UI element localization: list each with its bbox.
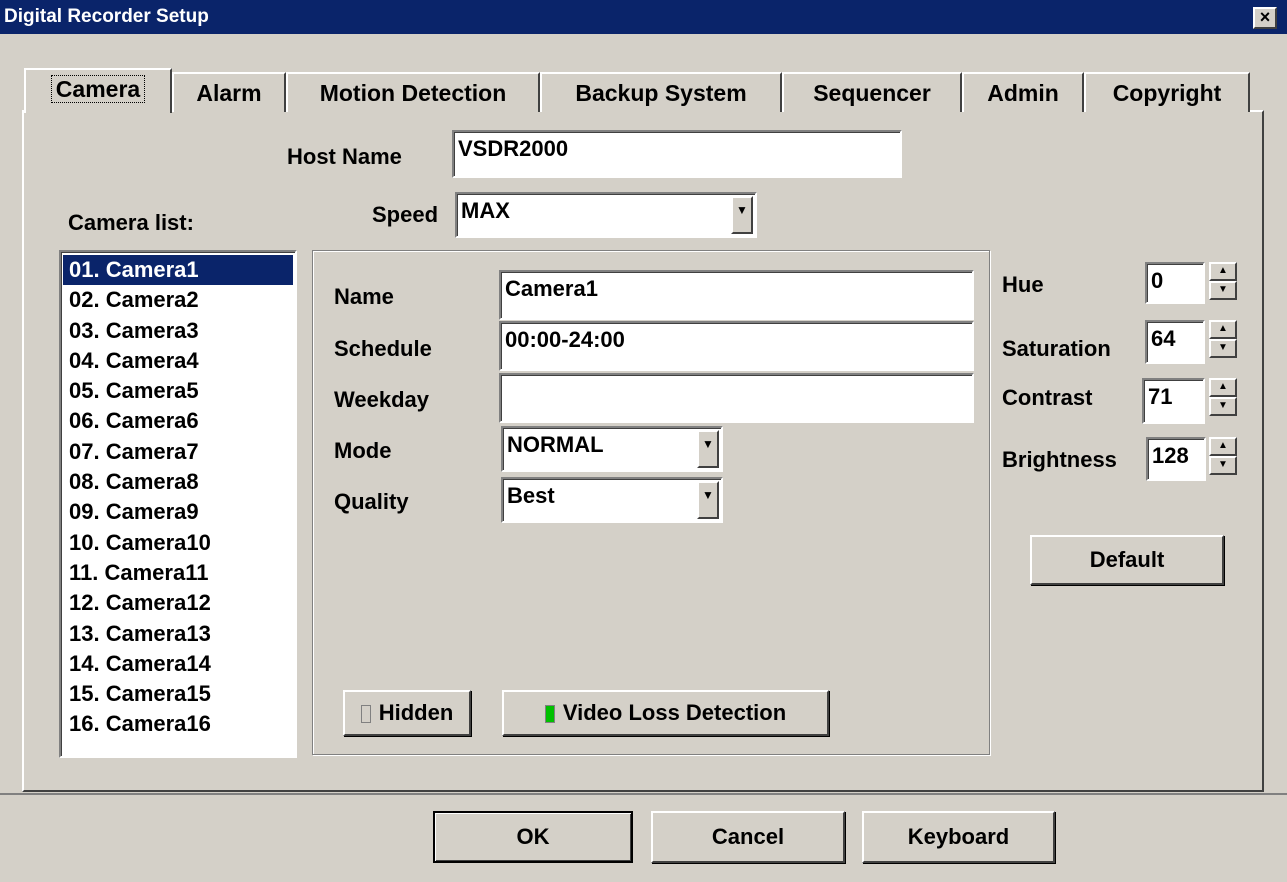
list-item[interactable]: 11. Camera11 xyxy=(63,558,293,588)
spin-down-icon[interactable]: ▼ xyxy=(1209,339,1237,358)
cancel-button[interactable]: Cancel xyxy=(651,811,845,863)
brightness-spinner[interactable]: ▲ ▼ xyxy=(1209,437,1237,477)
quality-label: Quality xyxy=(334,489,409,514)
spin-up-icon[interactable]: ▲ xyxy=(1209,262,1237,281)
list-item[interactable]: 08. Camera8 xyxy=(63,467,293,497)
chevron-down-icon[interactable]: ▼ xyxy=(697,481,719,519)
tab-camera[interactable]: Camera xyxy=(24,68,172,113)
window-title: Digital Recorder Setup xyxy=(4,6,209,27)
saturation-input[interactable]: 64 xyxy=(1145,320,1205,364)
mode-value: NORMAL xyxy=(507,432,604,457)
name-input[interactable]: Camera1 xyxy=(499,270,974,320)
speed-label: Speed xyxy=(372,202,439,227)
list-item[interactable]: 06. Camera6 xyxy=(63,406,293,436)
default-button[interactable]: Default xyxy=(1030,535,1224,585)
weekday-label: Weekday xyxy=(334,387,429,412)
hidden-toggle-button[interactable]: Hidden xyxy=(343,690,471,736)
quality-select[interactable]: Best ▼ xyxy=(501,477,723,523)
chevron-down-icon[interactable]: ▼ xyxy=(731,196,753,234)
list-item[interactable]: 09. Camera9 xyxy=(63,497,293,527)
list-item[interactable]: 01. Camera1 xyxy=(63,255,293,286)
mode-select[interactable]: NORMAL ▼ xyxy=(501,426,723,472)
tab-alarm[interactable]: Alarm xyxy=(172,72,286,112)
spin-down-icon[interactable]: ▼ xyxy=(1209,281,1237,300)
keyboard-button[interactable]: Keyboard xyxy=(862,811,1055,863)
schedule-input[interactable]: 00:00-24:00 xyxy=(499,321,974,371)
spin-up-icon[interactable]: ▲ xyxy=(1209,320,1237,339)
list-item[interactable]: 05. Camera5 xyxy=(63,376,293,406)
tab-backup-system[interactable]: Backup System xyxy=(540,72,782,112)
camera-listbox[interactable]: 01. Camera1 02. Camera2 03. Camera3 04. … xyxy=(59,250,297,758)
camera-list-label: Camera list: xyxy=(68,210,194,235)
saturation-label: Saturation xyxy=(1002,336,1111,361)
hidden-label: Hidden xyxy=(378,700,454,725)
list-item[interactable]: 15. Camera15 xyxy=(63,679,293,709)
hue-spinner[interactable]: ▲ ▼ xyxy=(1209,262,1237,302)
video-loss-indicator-icon xyxy=(544,705,555,724)
host-name-label: Host Name xyxy=(287,144,402,169)
list-item[interactable]: 12. Camera12 xyxy=(63,588,293,618)
chevron-down-icon[interactable]: ▼ xyxy=(697,430,719,468)
spin-up-icon[interactable]: ▲ xyxy=(1209,378,1237,397)
weekday-input[interactable] xyxy=(499,373,974,423)
schedule-label: Schedule xyxy=(334,336,432,361)
spin-down-icon[interactable]: ▼ xyxy=(1209,397,1237,416)
video-loss-detection-button[interactable]: Video Loss Detection xyxy=(502,690,829,736)
tab-admin[interactable]: Admin xyxy=(962,72,1084,112)
contrast-input[interactable]: 71 xyxy=(1142,378,1205,424)
speed-select[interactable]: MAX ▼ xyxy=(455,192,757,238)
list-item[interactable]: 13. Camera13 xyxy=(63,619,293,649)
contrast-label: Contrast xyxy=(1002,385,1093,410)
video-loss-label: Video Loss Detection xyxy=(562,700,787,725)
brightness-input[interactable]: 128 xyxy=(1146,437,1206,481)
close-button[interactable]: × xyxy=(1253,7,1277,29)
tab-motion-detection[interactable]: Motion Detection xyxy=(286,72,540,112)
footer-separator xyxy=(0,793,1287,795)
list-item[interactable]: 03. Camera3 xyxy=(63,316,293,346)
list-item[interactable]: 02. Camera2 xyxy=(63,285,293,315)
list-item[interactable]: 04. Camera4 xyxy=(63,346,293,376)
speed-value: MAX xyxy=(461,198,510,223)
saturation-spinner[interactable]: ▲ ▼ xyxy=(1209,320,1237,360)
brightness-label: Brightness xyxy=(1002,447,1117,472)
list-item[interactable]: 07. Camera7 xyxy=(63,437,293,467)
mode-label: Mode xyxy=(334,438,392,463)
tab-copyright[interactable]: Copyright xyxy=(1084,72,1250,112)
hue-label: Hue xyxy=(1002,272,1044,297)
list-item[interactable]: 16. Camera16 xyxy=(63,709,293,739)
list-item[interactable]: 10. Camera10 xyxy=(63,528,293,558)
contrast-spinner[interactable]: ▲ ▼ xyxy=(1209,378,1237,418)
hue-input[interactable]: 0 xyxy=(1145,262,1205,304)
name-label: Name xyxy=(334,284,394,309)
host-name-input[interactable]: VSDR2000 xyxy=(452,130,902,178)
spin-down-icon[interactable]: ▼ xyxy=(1209,456,1237,475)
tab-sequencer[interactable]: Sequencer xyxy=(782,72,962,112)
quality-value: Best xyxy=(507,483,555,508)
list-item[interactable]: 14. Camera14 xyxy=(63,649,293,679)
spin-up-icon[interactable]: ▲ xyxy=(1209,437,1237,456)
hidden-indicator-icon xyxy=(360,705,371,724)
ok-button[interactable]: OK xyxy=(433,811,633,863)
